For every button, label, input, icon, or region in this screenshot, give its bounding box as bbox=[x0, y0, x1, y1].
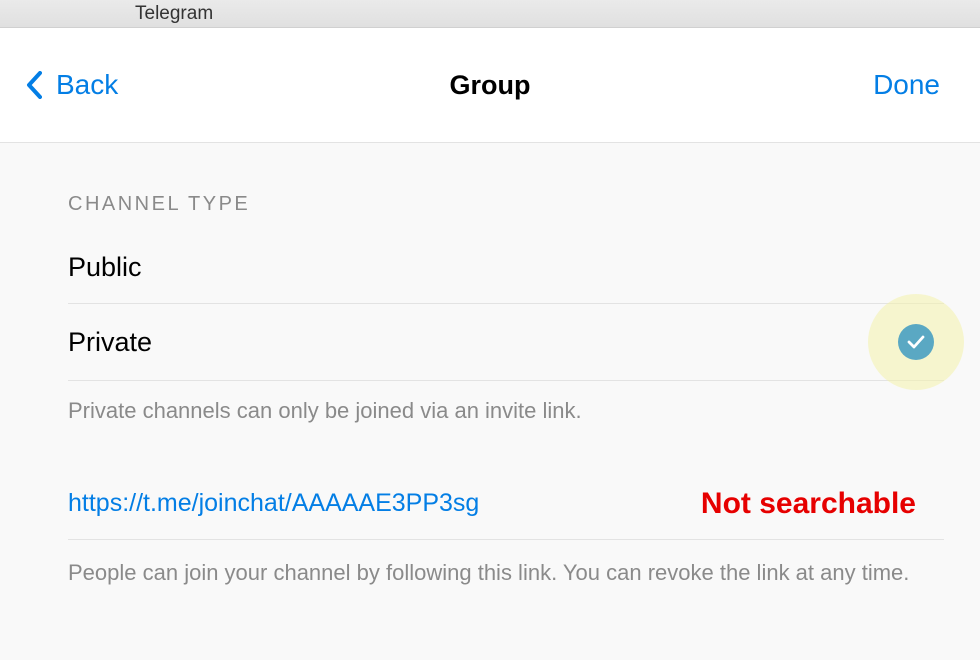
option-private[interactable]: Private bbox=[68, 304, 944, 381]
channel-type-options: Public Private bbox=[0, 232, 980, 381]
not-searchable-annotation: Not searchable bbox=[701, 487, 916, 521]
checkmark-icon bbox=[898, 324, 934, 360]
back-button[interactable]: Back bbox=[26, 69, 118, 101]
invite-link-footer: People can join your channel by followin… bbox=[0, 540, 980, 589]
back-label: Back bbox=[56, 69, 118, 101]
option-private-label: Private bbox=[68, 327, 152, 358]
done-button[interactable]: Done bbox=[873, 69, 940, 101]
channel-type-header: CHANNEL TYPE bbox=[0, 143, 980, 232]
invite-link[interactable]: https://t.me/joinchat/AAAAAE3PP3sg bbox=[68, 489, 479, 518]
option-public-label: Public bbox=[68, 252, 142, 283]
page-title: Group bbox=[450, 70, 531, 101]
app-tab-bar: Telegram bbox=[0, 0, 980, 28]
app-title: Telegram bbox=[135, 3, 213, 25]
navigation-bar: Back Group Done bbox=[0, 28, 980, 143]
chevron-left-icon bbox=[26, 71, 42, 99]
option-public[interactable]: Public bbox=[68, 232, 944, 304]
content-area: CHANNEL TYPE Public Private Private chan… bbox=[0, 143, 980, 589]
channel-type-footer: Private channels can only be joined via … bbox=[0, 381, 980, 427]
invite-link-row: https://t.me/joinchat/AAAAAE3PP3sg Not s… bbox=[68, 487, 944, 540]
